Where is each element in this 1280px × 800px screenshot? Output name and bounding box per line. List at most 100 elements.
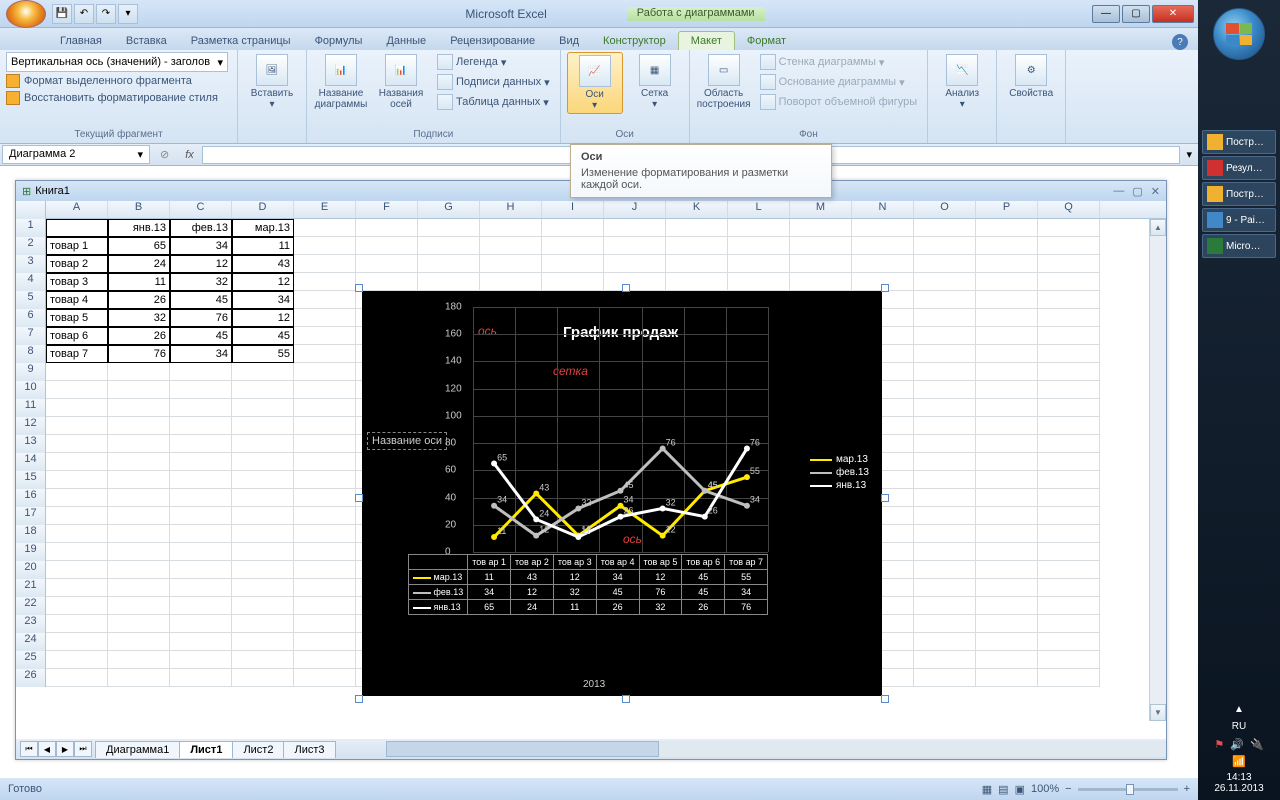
cell[interactable] <box>604 273 666 291</box>
qat-dropdown-icon[interactable]: ▾ <box>118 4 138 24</box>
cell[interactable] <box>108 363 170 381</box>
cell[interactable] <box>170 471 232 489</box>
cell[interactable] <box>294 489 356 507</box>
cell[interactable] <box>294 651 356 669</box>
cell[interactable] <box>46 507 108 525</box>
cell[interactable] <box>1038 417 1100 435</box>
cell[interactable] <box>356 219 418 237</box>
cell[interactable] <box>914 417 976 435</box>
cell[interactable] <box>1038 327 1100 345</box>
cell[interactable]: 34 <box>232 291 294 309</box>
cell[interactable] <box>294 417 356 435</box>
cell[interactable]: 45 <box>232 327 294 345</box>
cell[interactable] <box>294 525 356 543</box>
cell[interactable] <box>914 507 976 525</box>
cell[interactable] <box>728 255 790 273</box>
cell[interactable] <box>108 417 170 435</box>
cell[interactable] <box>46 363 108 381</box>
cell[interactable] <box>542 255 604 273</box>
cell[interactable]: товар 3 <box>46 273 108 291</box>
cell[interactable] <box>852 273 914 291</box>
cell[interactable] <box>170 579 232 597</box>
cell[interactable] <box>914 471 976 489</box>
cell[interactable] <box>294 453 356 471</box>
cell[interactable] <box>294 255 356 273</box>
cell[interactable] <box>46 561 108 579</box>
cell[interactable] <box>1038 399 1100 417</box>
cell[interactable] <box>976 471 1038 489</box>
cell[interactable] <box>1038 453 1100 471</box>
column-header[interactable]: E <box>294 201 356 218</box>
legend-button[interactable]: Легенда ▾ <box>433 52 554 72</box>
tray-expand-icon[interactable]: ▲ <box>1198 704 1280 715</box>
row-header[interactable]: 25 <box>16 651 46 669</box>
row-header[interactable]: 11 <box>16 399 46 417</box>
tab-layout[interactable]: Макет <box>678 31 735 50</box>
cell[interactable] <box>976 219 1038 237</box>
view-layout-icon[interactable]: ▤ <box>998 783 1008 796</box>
cell[interactable] <box>1038 579 1100 597</box>
power-icon[interactable]: 🔌 <box>1250 738 1264 751</box>
cell[interactable] <box>1038 543 1100 561</box>
tab-insert[interactable]: Вставка <box>114 32 179 50</box>
cell[interactable] <box>294 363 356 381</box>
cell[interactable] <box>170 615 232 633</box>
cell[interactable] <box>914 435 976 453</box>
cell[interactable] <box>914 381 976 399</box>
row-header[interactable]: 2 <box>16 237 46 255</box>
cell[interactable] <box>46 381 108 399</box>
column-header[interactable]: L <box>728 201 790 218</box>
cell[interactable] <box>1038 561 1100 579</box>
reset-style-button[interactable]: Восстановить форматирование стиля <box>6 90 218 106</box>
cell[interactable] <box>170 381 232 399</box>
tab-format[interactable]: Формат <box>735 32 798 50</box>
zoom-slider[interactable] <box>1078 788 1178 791</box>
cell[interactable] <box>170 669 232 687</box>
cell[interactable] <box>976 273 1038 291</box>
language-indicator[interactable]: RU <box>1198 721 1280 732</box>
cell[interactable]: 65 <box>108 237 170 255</box>
cell[interactable] <box>170 633 232 651</box>
cell[interactable] <box>356 237 418 255</box>
cell[interactable] <box>46 579 108 597</box>
cell[interactable] <box>232 561 294 579</box>
data-labels-button[interactable]: Подписи данных ▾ <box>433 72 554 92</box>
data-table-button[interactable]: Таблица данных ▾ <box>433 92 554 112</box>
cell[interactable] <box>914 237 976 255</box>
cell[interactable] <box>914 579 976 597</box>
cell[interactable] <box>294 237 356 255</box>
cell[interactable] <box>728 273 790 291</box>
next-sheet-icon[interactable]: ▶ <box>56 741 74 757</box>
cell[interactable] <box>976 489 1038 507</box>
cell[interactable] <box>108 525 170 543</box>
cell[interactable] <box>914 489 976 507</box>
cell[interactable]: 76 <box>108 345 170 363</box>
cell[interactable]: товар 2 <box>46 255 108 273</box>
cell[interactable] <box>232 651 294 669</box>
cell[interactable] <box>666 219 728 237</box>
column-header[interactable]: M <box>790 201 852 218</box>
cell[interactable] <box>976 525 1038 543</box>
cell[interactable] <box>1038 489 1100 507</box>
row-header[interactable]: 24 <box>16 633 46 651</box>
column-header[interactable]: D <box>232 201 294 218</box>
cell[interactable] <box>170 453 232 471</box>
format-selection-button[interactable]: Формат выделенного фрагмента <box>6 73 192 89</box>
column-header[interactable]: H <box>480 201 542 218</box>
cell[interactable] <box>46 669 108 687</box>
cell[interactable] <box>46 597 108 615</box>
row-header[interactable]: 26 <box>16 669 46 687</box>
cell[interactable] <box>852 219 914 237</box>
cell[interactable] <box>170 561 232 579</box>
plot-area[interactable]: 0204060801001201401601801143123412455534… <box>473 307 768 552</box>
row-header[interactable]: 6 <box>16 309 46 327</box>
sheet-tab[interactable]: Лист1 <box>179 741 233 758</box>
cell[interactable] <box>46 633 108 651</box>
cell[interactable] <box>914 525 976 543</box>
cell[interactable] <box>914 561 976 579</box>
row-header[interactable]: 20 <box>16 561 46 579</box>
cell[interactable]: 12 <box>232 273 294 291</box>
cell[interactable] <box>170 597 232 615</box>
cell[interactable] <box>480 255 542 273</box>
cell[interactable] <box>418 237 480 255</box>
